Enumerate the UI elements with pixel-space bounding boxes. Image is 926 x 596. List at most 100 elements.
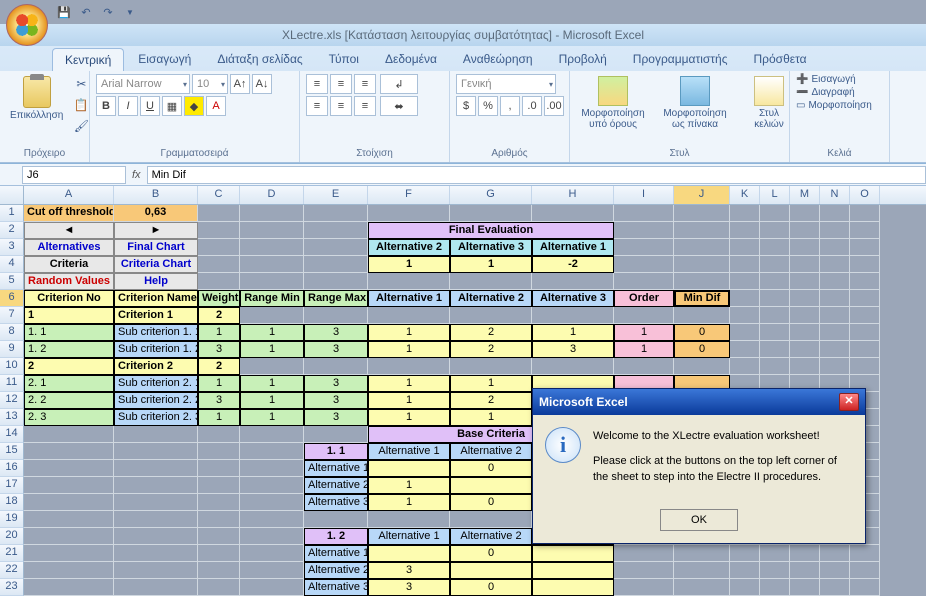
undo-icon[interactable]: ↶ <box>78 4 94 20</box>
header-4[interactable]: Range Max <box>304 290 368 307</box>
cut-off-value[interactable]: 0,63 <box>114 205 198 222</box>
cell[interactable] <box>304 222 368 239</box>
font-color-button[interactable]: A <box>206 96 226 116</box>
col-header-L[interactable]: L <box>760 186 790 204</box>
weight[interactable]: 2 <box>198 358 240 375</box>
shrink-font-icon[interactable]: A↓ <box>252 74 272 94</box>
col-header-O[interactable]: O <box>850 186 880 204</box>
percent-icon[interactable]: % <box>478 96 498 116</box>
cell[interactable] <box>760 579 790 596</box>
cell[interactable] <box>730 290 760 307</box>
row-header-6[interactable]: 6 <box>0 290 24 307</box>
col-header-E[interactable]: E <box>304 186 368 204</box>
col-header-I[interactable]: I <box>614 186 674 204</box>
cell[interactable] <box>198 222 240 239</box>
header-9[interactable]: Min Dif <box>674 290 730 307</box>
cell[interactable] <box>790 579 820 596</box>
cell[interactable] <box>114 460 198 477</box>
cell[interactable] <box>198 545 240 562</box>
cut-off-label[interactable]: Cut off threshold <box>24 205 114 222</box>
cell[interactable] <box>850 545 880 562</box>
row-header-17[interactable]: 17 <box>0 477 24 494</box>
header-5[interactable]: Alternative 1 <box>368 290 450 307</box>
criteria-chart-button[interactable]: Criteria Chart <box>114 256 198 273</box>
cell[interactable] <box>790 562 820 579</box>
row-header-14[interactable]: 14 <box>0 426 24 443</box>
cell[interactable] <box>368 511 450 528</box>
cell[interactable] <box>850 324 880 341</box>
tab-developer[interactable]: Προγραμματιστής <box>621 48 740 71</box>
m12-col[interactable]: Alternative 2 <box>450 528 532 545</box>
alt1[interactable]: 1 <box>368 341 450 358</box>
dec-decimal-icon[interactable]: .00 <box>544 96 564 116</box>
header-6[interactable]: Alternative 2 <box>450 290 532 307</box>
cell[interactable] <box>790 222 820 239</box>
rmax[interactable] <box>304 358 368 375</box>
alt2[interactable]: 1 <box>450 375 532 392</box>
cell[interactable] <box>820 307 850 324</box>
cell[interactable] <box>368 273 450 290</box>
cell[interactable] <box>24 494 114 511</box>
weight[interactable]: 1 <box>198 409 240 426</box>
cell[interactable] <box>240 494 304 511</box>
insert-button[interactable]: ➕Εισαγωγή <box>796 74 872 85</box>
tab-formulas[interactable]: Τύποι <box>317 48 371 71</box>
cell[interactable] <box>240 256 304 273</box>
weight[interactable]: 2 <box>198 307 240 324</box>
tab-review[interactable]: Αναθεώρηση <box>451 48 545 71</box>
font-name-combo[interactable]: Arial Narrow <box>96 74 190 94</box>
rmax[interactable]: 3 <box>304 375 368 392</box>
redo-icon[interactable]: ↷ <box>100 4 116 20</box>
m12-val[interactable]: 0 <box>450 545 532 562</box>
order[interactable]: 1 <box>614 324 674 341</box>
m12-label[interactable]: 1. 2 <box>304 528 368 545</box>
number-format-combo[interactable]: Γενική <box>456 74 556 94</box>
crit-no[interactable]: 2. 1 <box>24 375 114 392</box>
cell[interactable] <box>198 562 240 579</box>
alt2[interactable]: 2 <box>450 392 532 409</box>
crit-no[interactable]: 1. 1 <box>24 324 114 341</box>
mindif[interactable] <box>674 358 730 375</box>
cell[interactable] <box>760 222 790 239</box>
order[interactable] <box>614 358 674 375</box>
nav-prev-button[interactable]: ◄ <box>24 222 114 239</box>
alt1[interactable]: 1 <box>368 324 450 341</box>
align-bottom-icon[interactable]: ≡ <box>354 74 376 94</box>
m11-val[interactable] <box>450 477 532 494</box>
row-header-9[interactable]: 9 <box>0 341 24 358</box>
cell[interactable] <box>198 273 240 290</box>
delete-button[interactable]: ➖Διαγραφή <box>796 87 872 98</box>
m12-col[interactable]: Alternative 1 <box>368 528 450 545</box>
cell[interactable] <box>304 273 368 290</box>
cell[interactable] <box>450 511 532 528</box>
rmin[interactable]: 1 <box>240 392 304 409</box>
m12-val[interactable] <box>368 545 450 562</box>
align-left-icon[interactable]: ≡ <box>306 96 328 116</box>
cond-format-button[interactable]: Μορφοποίηση υπό όρους <box>576 74 650 132</box>
cell[interactable] <box>790 324 820 341</box>
crit-name[interactable]: Criterion 2 <box>114 358 198 375</box>
mindif[interactable]: 0 <box>674 341 730 358</box>
cell[interactable] <box>240 443 304 460</box>
rmin[interactable]: 1 <box>240 341 304 358</box>
inc-decimal-icon[interactable]: .0 <box>522 96 542 116</box>
cell[interactable] <box>614 273 674 290</box>
cell[interactable] <box>304 511 368 528</box>
cell[interactable] <box>820 290 850 307</box>
alt1[interactable]: 1 <box>368 392 450 409</box>
cell[interactable] <box>850 562 880 579</box>
alt2[interactable]: 2 <box>450 341 532 358</box>
crit-name[interactable]: Sub criterion 1. 1 <box>114 324 198 341</box>
cell[interactable] <box>614 222 674 239</box>
cell[interactable] <box>240 460 304 477</box>
col-header-M[interactable]: M <box>790 186 820 204</box>
col-header-G[interactable]: G <box>450 186 532 204</box>
cell[interactable] <box>198 239 240 256</box>
mindif[interactable]: 0 <box>674 324 730 341</box>
cell[interactable] <box>368 205 450 222</box>
cell[interactable] <box>760 358 790 375</box>
alt1[interactable]: 1 <box>368 375 450 392</box>
cell[interactable] <box>614 256 674 273</box>
cell[interactable] <box>850 358 880 375</box>
select-all-button[interactable] <box>0 186 24 204</box>
